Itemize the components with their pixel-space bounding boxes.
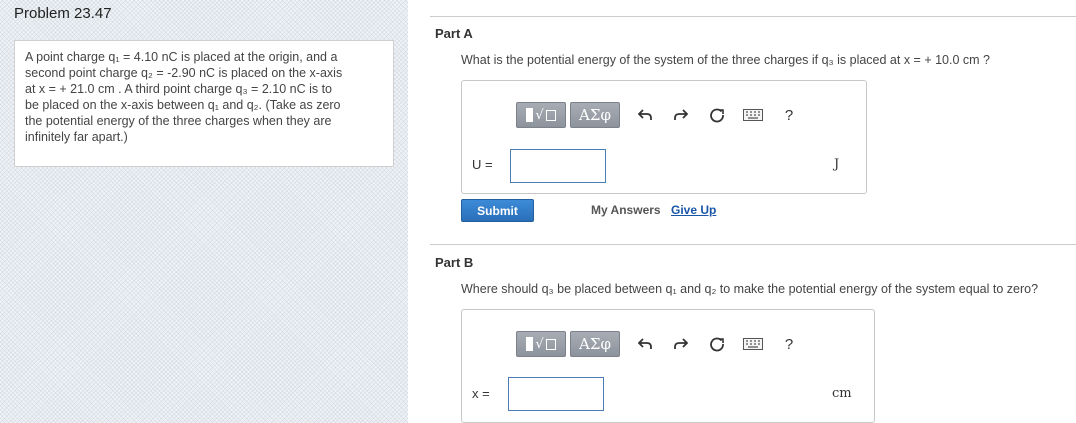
submit-button[interactable]: Submit — [461, 199, 534, 222]
problem-statement: A point charge q₁ = 4.10 nC is placed at… — [14, 40, 394, 167]
part-b-variable-label: x = — [472, 386, 490, 401]
part-b-label: Part B — [435, 255, 474, 270]
problem-line-2: second point charge q₂ = -2.90 nC is pla… — [25, 66, 343, 80]
greek-symbols-button[interactable]: ΑΣφ — [570, 102, 620, 128]
part-a-variable-label: U = — [472, 157, 493, 172]
part-b-unit: cm — [832, 386, 852, 401]
reset-icon[interactable] — [702, 331, 732, 357]
problem-title: Problem 23.47 — [14, 5, 112, 22]
part-a-question: What is the potential energy of the syst… — [461, 53, 990, 67]
undo-icon[interactable] — [630, 102, 660, 128]
problem-panel: Problem 23.47 A point charge q₁ = 4.10 n… — [0, 0, 408, 423]
part-b-answer-box: √ ΑΣφ ? x = cm — [461, 309, 875, 423]
keyboard-icon[interactable] — [738, 331, 768, 357]
part-a-answer-input[interactable] — [510, 149, 606, 183]
part-b-answer-input[interactable] — [508, 377, 604, 411]
problem-line-3: at x = + 21.0 cm . A third point charge … — [25, 82, 333, 96]
greek-symbols-button[interactable]: ΑΣφ — [570, 331, 620, 357]
problem-line-4: be placed on the x-axis between q₁ and q… — [25, 98, 341, 112]
part-a-divider — [430, 16, 1076, 17]
templates-button[interactable]: √ — [516, 102, 566, 128]
problem-line-1: A point charge q₁ = 4.10 nC is placed at… — [25, 50, 338, 64]
part-b-toolbar: √ ΑΣφ ? — [516, 331, 804, 357]
help-button[interactable]: ? — [774, 102, 804, 128]
redo-icon[interactable] — [666, 331, 696, 357]
part-a-unit: J — [834, 157, 840, 172]
templates-icon: √ — [526, 108, 556, 123]
part-a-answer-box: √ ΑΣφ ? U = J — [461, 80, 867, 194]
part-b-question: Where should q₃ be placed between q₁ and… — [461, 282, 1039, 296]
give-up-link[interactable]: Give Up — [671, 203, 716, 217]
templates-button[interactable]: √ — [516, 331, 566, 357]
keyboard-icon[interactable] — [738, 102, 768, 128]
reset-icon[interactable] — [702, 102, 732, 128]
part-b-divider — [430, 244, 1076, 245]
problem-line-6: infinitely far apart.) — [25, 130, 128, 144]
templates-icon: √ — [526, 337, 556, 352]
part-a-label: Part A — [435, 26, 473, 41]
redo-icon[interactable] — [666, 102, 696, 128]
part-a-toolbar: √ ΑΣφ ? — [516, 102, 804, 128]
undo-icon[interactable] — [630, 331, 660, 357]
problem-line-5: the potential energy of the three charge… — [25, 114, 332, 128]
help-button[interactable]: ? — [774, 331, 804, 357]
my-answers-link[interactable]: My Answers — [591, 203, 661, 217]
